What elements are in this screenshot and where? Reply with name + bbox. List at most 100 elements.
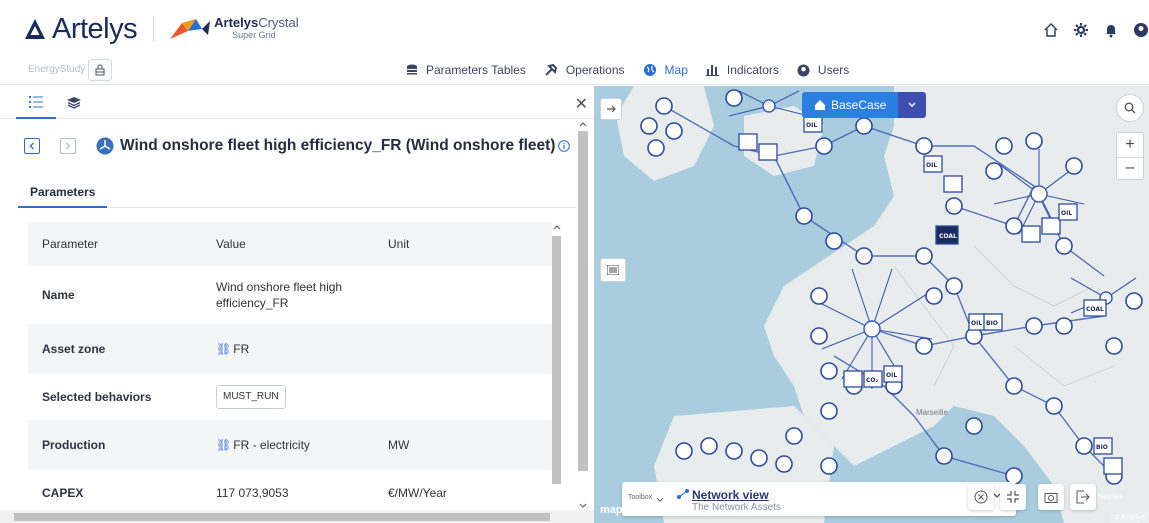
nav-label: Parameters Tables [426,63,526,77]
zoom-out-icon[interactable]: – [1117,157,1143,179]
close-circle-icon [974,490,988,504]
table-row: Asset zone ⛓ FR [28,324,552,374]
tab-parameters[interactable]: Parameters [18,176,108,208]
mapbox-logo[interactable]: mapbox [600,504,642,516]
svg-text:OIL: OIL [926,162,937,169]
panel-scrollbar[interactable] [576,119,590,511]
row-unit: €/MW/Year [388,486,447,500]
network-view-title[interactable]: Network view [692,488,769,502]
database-icon [407,64,417,75]
chevron-down-icon[interactable] [656,497,664,503]
bar-chart-icon [705,65,719,76]
map-canvas[interactable]: OIL OIL COAL OIL COAL OIL OIL BIO BIO CO… [594,86,1149,523]
list-icon [29,95,43,108]
legend-button[interactable] [600,258,626,282]
scroll-thumb[interactable] [14,513,550,521]
scenario-dropdown[interactable] [898,92,927,118]
column-header-value: Value [216,237,246,251]
link-icon: ⛓ [216,342,232,356]
study-input[interactable]: EnergyStudy [24,59,88,81]
network-icon [677,489,689,499]
svg-text:CO₂: CO₂ [866,377,879,384]
clear-filter-button[interactable] [968,484,994,510]
table-row: Selected behaviors MUST_RUN [28,374,552,420]
scroll-up-icon[interactable] [576,119,590,129]
wrench-icon [545,63,557,76]
collapse-icon [1007,491,1019,503]
main-navbar: EnergyStudy Parameters Tables Operations… [0,55,1149,85]
table-scrollbar[interactable] [550,222,564,510]
panel-tabs: ✕ [0,86,594,119]
top-header: Artelys ArtelysCrystal Super Grid [0,0,1149,55]
globe-icon [643,64,656,76]
bell-icon[interactable] [1103,22,1119,38]
nav-menu: Parameters Tables Operations Map Indicat… [406,55,867,85]
gear-icon[interactable] [1073,22,1089,38]
info-icon[interactable] [558,140,571,152]
user-icon[interactable] [1133,22,1149,38]
scenario-button[interactable]: BaseCase [802,92,899,118]
row-value: FR [233,342,250,356]
tab-list[interactable] [16,86,56,119]
expand-panel-button[interactable] [600,98,622,120]
nav-indicators[interactable]: Indicators [705,63,779,77]
row-parameter: Asset zone [42,342,106,356]
map-attribution[interactable]: ©Artelys [1110,512,1149,523]
horizontal-scrollbar[interactable] [0,510,594,523]
network-view-bar: Toolbox Network view The Network Assets [622,482,1016,516]
row-parameter: Selected behaviors [42,390,152,404]
screenshot-button[interactable] [1038,484,1064,510]
svg-text:OIL: OIL [806,122,817,129]
header-actions [1043,22,1149,38]
product-subtitle: Super Grid [232,30,276,40]
product-name-light: Crystal [258,15,299,30]
asset-subtabs: Parameters [18,176,576,208]
brand[interactable]: Artelys ArtelysCrystal Super Grid [24,14,299,44]
svg-text:OIL: OIL [1061,210,1072,217]
row-value-link[interactable]: ⛓ FR [216,341,366,357]
export-button[interactable] [1070,484,1096,510]
scroll-thumb[interactable] [552,236,561,484]
home-icon[interactable] [1043,22,1059,38]
artelys-logo-icon [25,19,45,39]
row-value: FR - electricity [233,438,310,452]
nav-users[interactable]: Users [797,63,849,77]
city-label-partial: Naples [1098,492,1123,501]
brand-name: Artelys [52,13,138,45]
nav-label: Indicators [726,63,779,77]
wind-turbine-icon [96,137,114,155]
network-map[interactable]: OIL OIL COAL OIL COAL OIL OIL BIO BIO CO… [594,86,1149,523]
scroll-up-icon[interactable] [550,222,564,232]
svg-text:COAL: COAL [1086,306,1104,313]
brand-divider [153,16,155,42]
nav-operations[interactable]: Operations [544,63,625,77]
svg-text:OIL: OIL [886,372,897,379]
city-label: Marseille [916,408,949,417]
close-panel-icon[interactable]: ✕ [575,94,588,114]
svg-text:BIO: BIO [986,320,998,327]
lock-icon [95,64,105,76]
zoom-in-icon[interactable]: + [1125,133,1134,157]
study-selector: EnergyStudy [24,59,112,81]
toolbox-label[interactable]: Toolbox [628,494,652,501]
fullscreen-button[interactable] [1000,484,1026,510]
tab-layers[interactable] [54,86,94,119]
column-header-unit: Unit [388,237,410,251]
row-value-link[interactable]: ⛓ FR - electricity [216,437,366,453]
asset-title: Wind onshore fleet high efficiency_FR (W… [120,137,556,154]
nav-label: Users [817,63,850,77]
nav-label: Operations [565,63,625,77]
previous-asset-button[interactable] [24,138,40,154]
nav-parameters-tables[interactable]: Parameters Tables [406,63,526,77]
scenario-selector[interactable]: BaseCase [802,92,927,118]
map-search-button[interactable] [1116,94,1144,122]
nav-map[interactable]: Map [643,63,688,77]
arrow-right-icon [607,105,616,113]
study-lock-button[interactable] [88,59,112,81]
scroll-thumb[interactable] [578,131,588,471]
next-asset-button[interactable] [60,138,76,154]
row-value-cell: MUST_RUN [216,385,366,409]
app-window: Artelys ArtelysCrystal Super Grid Energy… [0,0,1149,523]
row-parameter: CAPEX [42,486,84,500]
svg-text:COAL: COAL [939,233,957,240]
